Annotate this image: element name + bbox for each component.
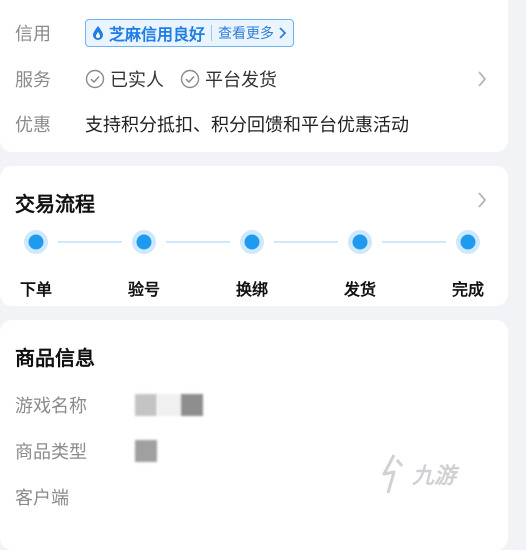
service-row[interactable]: 服务 已实人 平台发货 bbox=[15, 64, 488, 94]
flow-step-complete: 完成 bbox=[451, 280, 485, 299]
flow-step-dot bbox=[24, 230, 48, 254]
service-label: 服务 bbox=[15, 70, 51, 91]
goods-row-game-name: 游戏名称 bbox=[15, 391, 203, 419]
promo-label: 优惠 bbox=[15, 115, 51, 136]
flow-step-dot bbox=[132, 230, 156, 254]
redacted-value bbox=[181, 394, 203, 416]
credit-badge[interactable]: 芝麻信用良好 查看更多 bbox=[85, 19, 295, 47]
goods-label: 游戏名称 bbox=[15, 396, 87, 417]
redacted-value bbox=[135, 440, 157, 462]
goods-row-client: 客户端 bbox=[15, 483, 125, 511]
redacted-value bbox=[157, 394, 181, 416]
flow-step-dot bbox=[348, 230, 372, 254]
credit-row: 信用 芝麻信用良好 查看更多 bbox=[15, 18, 488, 48]
promo-text: 支持积分抵扣、积分回馈和平台优惠活动 bbox=[85, 115, 409, 136]
credit-divider bbox=[211, 25, 213, 41]
trade-flow-card[interactable]: 交易流程 下单 验号 换绑 发货 完成 bbox=[0, 166, 508, 306]
chevron-right-icon bbox=[279, 27, 287, 39]
redacted-value bbox=[135, 394, 157, 416]
section-title: 商品信息 bbox=[15, 346, 95, 370]
promo-row: 优惠 支持积分抵扣、积分回馈和平台优惠活动 bbox=[15, 109, 488, 139]
watermark: 九游 bbox=[378, 452, 456, 496]
jiuyou-logo-icon bbox=[382, 454, 404, 494]
flow-step-ship: 发货 bbox=[343, 280, 377, 299]
view-more-link[interactable]: 查看更多 bbox=[218, 23, 287, 43]
chevron-right-icon[interactable] bbox=[476, 70, 488, 88]
service-item-label: 平台发货 bbox=[205, 70, 277, 91]
view-more-text: 查看更多 bbox=[218, 26, 275, 42]
sesame-drop-icon bbox=[93, 26, 103, 40]
goods-label: 商品类型 bbox=[15, 442, 87, 463]
watermark-text: 九游 bbox=[412, 464, 457, 489]
credit-main: 芝麻信用良好 bbox=[92, 21, 205, 45]
flow-step-verify: 验号 bbox=[127, 280, 161, 299]
service-item-platform-delivery: 平台发货 bbox=[180, 66, 277, 92]
check-circle-icon bbox=[180, 69, 200, 89]
goods-info-card: 商品信息 游戏名称 商品类型 客户端 bbox=[0, 320, 508, 550]
service-item-verified: 已实人 bbox=[85, 66, 164, 92]
flow-step-dot bbox=[240, 230, 264, 254]
flow-step-dot bbox=[456, 230, 480, 254]
flow-step-order: 下单 bbox=[19, 280, 53, 299]
credit-badge-text: 芝麻信用良好 bbox=[109, 25, 206, 44]
flow-step-rebind: 换绑 bbox=[235, 280, 269, 299]
credit-label: 信用 bbox=[15, 24, 51, 45]
check-circle-icon bbox=[85, 69, 105, 89]
goods-label: 客户端 bbox=[15, 488, 69, 509]
seller-info-card: 信用 芝麻信用良好 查看更多 服务 已实人 平台发货 优惠 支持积分抵扣、积分回… bbox=[0, 0, 508, 152]
goods-row-type: 商品类型 bbox=[15, 437, 157, 465]
service-item-label: 已实人 bbox=[110, 70, 164, 91]
